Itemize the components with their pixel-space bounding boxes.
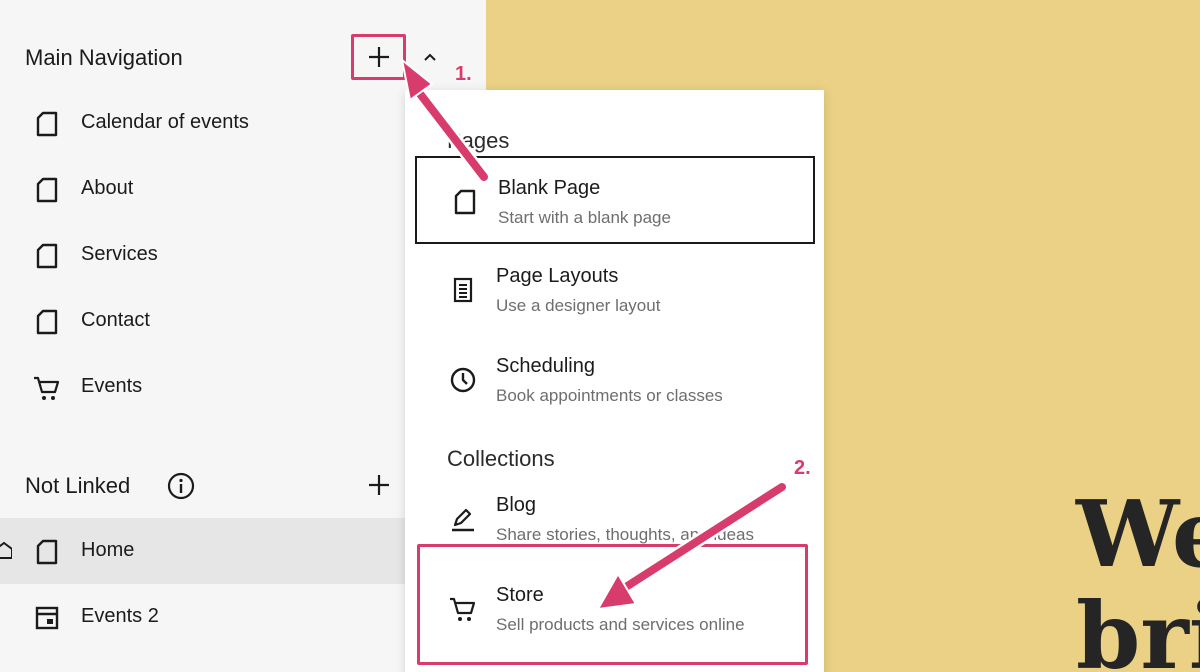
layout-icon (453, 277, 473, 303)
page-icon (454, 189, 476, 215)
page-icon (36, 539, 58, 565)
hero-heading-line1: We (1076, 480, 1200, 588)
menu-item-description: Start with a blank page (498, 208, 671, 227)
page-icon (36, 309, 58, 335)
hero-heading-line2: bri (1076, 582, 1200, 672)
blog-icon (452, 508, 474, 532)
step2-label: 2. (794, 457, 811, 479)
clock-icon (450, 367, 476, 393)
step1-highlight-box (351, 34, 406, 80)
not-linked-title: Not Linked (25, 473, 131, 498)
calendar-page-icon (35, 606, 59, 630)
cart-icon (34, 376, 60, 400)
menu-item-description: Use a designer layout (496, 296, 661, 315)
pages-heading: Pages (447, 128, 510, 153)
chevron-up-icon (424, 53, 436, 61)
nav-item-label: Events 2 (81, 605, 159, 627)
home-icon (0, 541, 12, 559)
menu-item-description: Share stories, thoughts, and ideas (496, 525, 754, 544)
page-icon (36, 111, 58, 137)
main-navigation-title: Main Navigation (25, 45, 183, 70)
menu-item-blank-page[interactable]: Blank Page Start with a blank page (415, 156, 815, 244)
menu-item-title: Blank Page (498, 177, 601, 199)
nav-item-label: Calendar of events (81, 111, 249, 133)
menu-item-scheduling[interactable]: Scheduling Book appointments or classes (415, 336, 815, 424)
menu-item-title: Page Layouts (496, 265, 619, 287)
step1-label: 1. (455, 63, 472, 85)
menu-item-description: Book appointments or classes (496, 386, 723, 405)
nav-item-label: About (81, 177, 134, 199)
nav-item-label: Events (81, 375, 143, 397)
menu-item-title: Blog (496, 494, 537, 516)
collections-heading: Collections (447, 446, 555, 471)
step2-highlight-box (417, 544, 808, 665)
menu-item-page-layouts[interactable]: Page Layouts Use a designer layout (415, 246, 815, 334)
page-icon (36, 177, 58, 203)
nav-item-label: Services (81, 243, 158, 265)
nav-item-label: Contact (81, 309, 150, 331)
info-icon (167, 472, 195, 500)
plus-icon (369, 475, 389, 495)
add-not-linked-page-button[interactable] (362, 468, 396, 502)
collapse-main-navigation-button[interactable] (413, 40, 447, 74)
not-linked-info-button[interactable] (164, 469, 198, 503)
nav-item-label: Home (81, 539, 135, 561)
menu-item-title: Scheduling (496, 355, 595, 377)
page-icon (36, 243, 58, 269)
